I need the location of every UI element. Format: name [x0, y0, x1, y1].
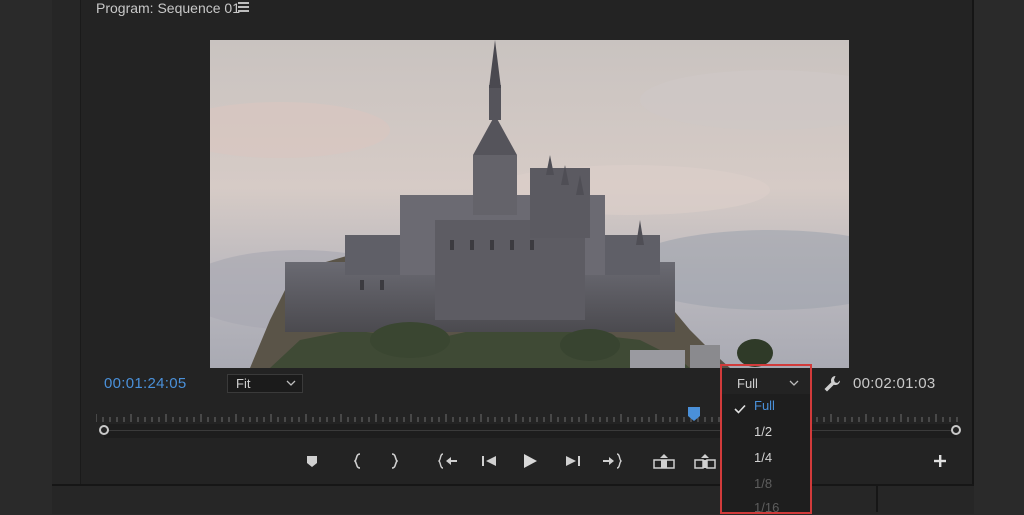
left-workspace-area [0, 0, 52, 512]
add-marker-button[interactable] [301, 451, 323, 471]
wrench-icon[interactable] [822, 374, 842, 394]
play-icon [524, 454, 537, 468]
zoom-scroll-bar[interactable] [104, 424, 956, 438]
zoom-level-select[interactable]: Fit [227, 374, 303, 393]
zoom-handle-left[interactable] [99, 425, 109, 435]
playhead-icon[interactable] [688, 407, 700, 421]
chevron-down-icon [286, 380, 296, 386]
duration-timecode: 00:02:01:03 [853, 375, 936, 392]
go-to-in-button[interactable] [437, 451, 459, 471]
go-to-out-icon [603, 453, 622, 469]
resolution-option-sixteenth: 1/16 [754, 500, 780, 515]
go-to-out-button[interactable] [601, 451, 623, 471]
resolution-value: Full [737, 376, 758, 391]
left-panel-edge [52, 0, 81, 512]
zoom-scroll-line [104, 430, 956, 431]
step-back-icon [482, 456, 496, 466]
resolution-option-eighth: 1/8 [754, 476, 773, 491]
chevron-down-icon [789, 380, 799, 386]
mark-in-icon [353, 453, 361, 469]
bottom-panel-strip [52, 484, 974, 514]
step-forward-icon [566, 456, 580, 466]
hamburger-icon[interactable] [238, 2, 249, 12]
zoom-handle-right[interactable] [951, 425, 961, 435]
resolution-option-full[interactable]: Full [754, 398, 775, 413]
bottom-divider [876, 486, 878, 512]
panel-title[interactable]: Program: Sequence 01 [96, 0, 240, 18]
mark-out-icon [391, 453, 399, 469]
panel-divider [972, 0, 974, 512]
program-video-frame [210, 40, 849, 368]
go-to-in-icon [438, 453, 457, 469]
zoom-level-value: Fit [236, 376, 251, 391]
castle-image [210, 40, 849, 368]
button-editor-plus-icon [934, 455, 946, 467]
current-timecode[interactable]: 00:01:24:05 [104, 375, 187, 392]
extract-icon [694, 454, 716, 469]
step-back-button[interactable] [478, 451, 500, 471]
lift-icon [653, 454, 675, 469]
resolution-option-quarter[interactable]: 1/4 [754, 450, 772, 465]
mark-in-button[interactable] [346, 451, 368, 471]
play-button[interactable] [519, 451, 541, 471]
time-ruler[interactable] [96, 412, 962, 422]
right-workspace-area [974, 0, 1024, 512]
button-editor-button[interactable] [929, 451, 951, 471]
step-forward-button[interactable] [562, 451, 584, 471]
checkmark-icon [734, 404, 746, 414]
resolution-option-half[interactable]: 1/2 [754, 424, 772, 439]
add-marker-icon [307, 455, 317, 467]
extract-button[interactable] [694, 451, 716, 471]
mark-out-button[interactable] [384, 451, 406, 471]
lift-button[interactable] [653, 451, 675, 471]
resolution-select[interactable]: Full [729, 373, 805, 395]
